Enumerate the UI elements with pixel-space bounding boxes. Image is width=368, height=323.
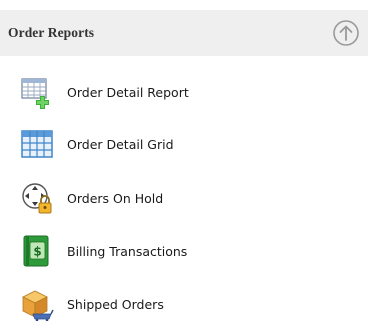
circle-arrow-up-icon[interactable] [332, 19, 360, 47]
report-add-icon [21, 78, 49, 109]
report-item-label: Orders On Hold [67, 190, 164, 206]
report-item-billing-transactions[interactable]: $ Billing Transactions [0, 227, 368, 275]
grid-icon [21, 130, 53, 158]
report-item-label: Shipped Orders [67, 296, 164, 312]
report-item-label: Order Detail Report [67, 84, 189, 100]
report-item-shipped-orders[interactable]: Shipped Orders [0, 280, 368, 323]
report-item-label: Order Detail Grid [67, 136, 174, 152]
money-icon: $ [23, 235, 49, 267]
svg-text:$: $ [33, 245, 41, 259]
panel-header[interactable]: Order Reports [0, 10, 368, 56]
report-item-label: Billing Transactions [67, 243, 188, 259]
shipping-cart-icon [22, 290, 54, 321]
hold-lock-icon [22, 183, 52, 214]
report-item-order-detail-report[interactable]: Order Detail Report [0, 68, 368, 116]
order-reports-panel: Order Reports Order Detail Report Order … [0, 0, 368, 323]
panel-title: Order Reports [8, 25, 95, 40]
report-item-order-detail-grid[interactable]: Order Detail Grid [0, 120, 368, 168]
report-item-orders-on-hold[interactable]: Orders On Hold [0, 174, 368, 222]
